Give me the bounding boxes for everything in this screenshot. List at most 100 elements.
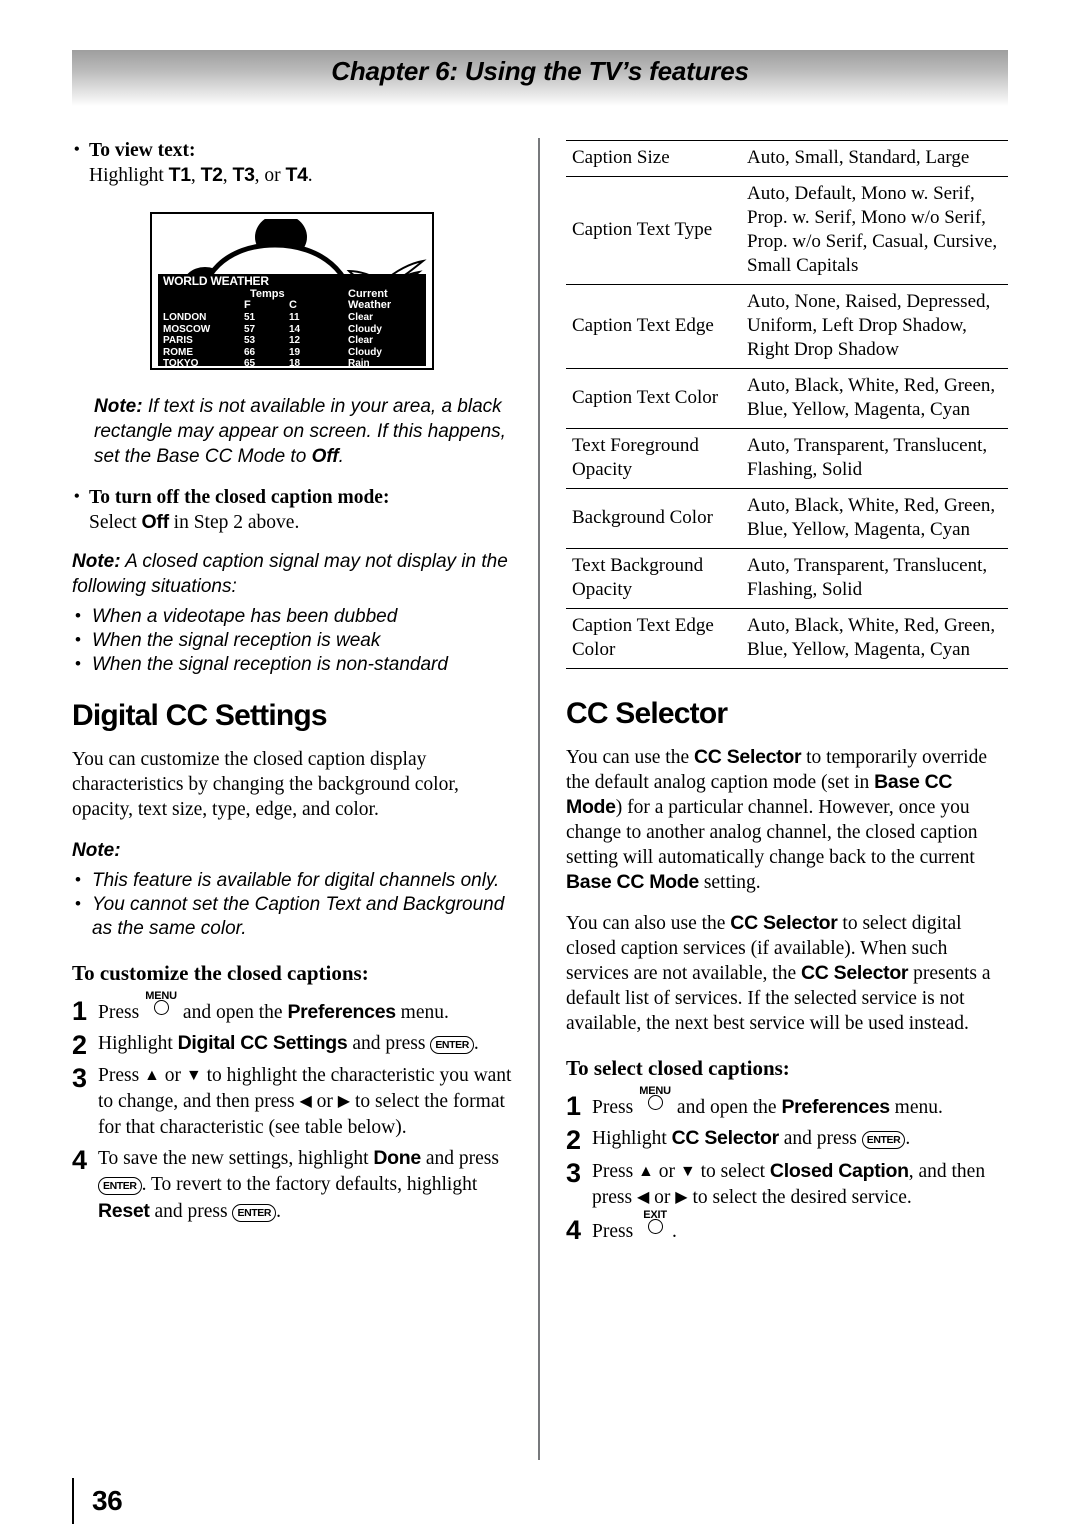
step-item: 3 Press ▲ or ▼ to select Closed Caption,… [566, 1158, 1008, 1211]
weather-f: 65 [244, 358, 256, 370]
step-mid: and open the [672, 1097, 782, 1118]
arrow-right-icon[interactable]: ▶ [675, 1189, 687, 1206]
table-cell-options: Auto, Black, White, Red, Green, Blue, Ye… [741, 608, 1008, 669]
digital-cc-note-label: Note: [72, 838, 518, 863]
step-pre: Highlight [98, 1033, 178, 1054]
arrow-up-icon[interactable]: ▲ [638, 1163, 654, 1180]
weather-panel-title: WORLD WEATHER [163, 274, 269, 288]
weather-unit-c: C [289, 299, 297, 311]
select-label: Select [89, 512, 142, 533]
weather-city: PARIS [163, 335, 193, 347]
step-item: 2 Highlight CC Selector and press ENTER. [566, 1125, 1008, 1154]
off-option: Off [141, 511, 170, 533]
weather-condition: Clear [348, 312, 374, 323]
step-post: menu. [395, 1002, 449, 1023]
select-captions-steps: 1 Press MENU and open the Preferences me… [566, 1085, 1008, 1245]
enter-key-icon[interactable]: ENTER [98, 1177, 142, 1195]
menu-key-icon[interactable]: MENU [638, 1085, 672, 1113]
weather-temps-label: Temps [250, 288, 285, 300]
table-cell-characteristic: Text Background Opacity [566, 548, 741, 609]
exit-key-icon[interactable]: EXIT [638, 1209, 672, 1237]
table-cell-options: Auto, Transparent, Translucent, Flashing… [741, 548, 1008, 609]
note-period: . [338, 446, 344, 467]
enter-key-icon[interactable]: ENTER [232, 1204, 277, 1222]
enter-key-icon[interactable]: ENTER [430, 1036, 474, 1054]
step-post: to select the desired service. [687, 1187, 912, 1208]
weather-c: 14 [289, 323, 301, 335]
weather-row: LONDON 51 11 Clear [163, 312, 426, 324]
column-divider [538, 138, 540, 1460]
step-post: . [276, 1201, 281, 1222]
arrow-right-icon[interactable]: ▶ [338, 1093, 350, 1110]
table-cell-options: Auto, None, Raised, Depressed, Uniform, … [741, 284, 1008, 369]
note-body: If text is not available in your area, a… [94, 396, 506, 467]
turn-off-cc-heading: To turn off the closed caption mode: [72, 484, 518, 510]
weather-condition: Clear [348, 335, 374, 347]
para-a: You can also use the [566, 913, 731, 934]
cc-characteristics-table: Caption Size Auto, Small, Standard, Larg… [566, 140, 1008, 669]
step-number: 2 [72, 1030, 88, 1060]
table-cell-options: Auto, Transparent, Translucent, Flashing… [741, 428, 1008, 489]
weather-f: 66 [244, 346, 256, 358]
cc-selector-label: CC Selector [671, 1127, 780, 1149]
step-number: 3 [72, 1063, 88, 1093]
customize-captions-steps: 1 Press MENU and open the Preferences me… [72, 990, 518, 1225]
arrow-down-icon[interactable]: ▼ [186, 1067, 202, 1084]
weather-condition: Cloudy [348, 323, 382, 335]
note-label: Note: [72, 840, 121, 861]
footer-rule [72, 1478, 74, 1524]
sep-period: . [307, 165, 313, 186]
table-cell-options: Auto, Black, White, Red, Green, Blue, Ye… [741, 368, 1008, 429]
weather-c: 19 [289, 346, 301, 358]
table-row: Caption Text Edge Auto, None, Raised, De… [566, 284, 1008, 369]
para-a: You can use the [566, 747, 695, 768]
cc-selector-paragraph-2: You can also use the CC Selector to sele… [566, 911, 1008, 1036]
note-bullet-item: When a videotape has been dubbed [72, 604, 518, 629]
digital-cc-settings-heading: Digital CC Settings [72, 699, 328, 732]
digital-cc-intro-paragraph: You can customize the closed caption dis… [72, 749, 459, 820]
step-pre: To save the new settings, highlight [98, 1148, 374, 1169]
customize-captions-heading: To customize the closed captions: [72, 961, 369, 985]
highlight-label: Highlight [89, 165, 169, 186]
arrow-up-icon[interactable]: ▲ [144, 1067, 160, 1084]
preferences-menu-label: Preferences [287, 1001, 396, 1023]
digital-cc-settings-label: Digital CC Settings [177, 1032, 348, 1054]
menu-key-circle [648, 1095, 664, 1110]
note-text-unavailable: Note: If text is not available in your a… [72, 394, 518, 469]
weather-row: TOKYO 65 18 Rain [163, 358, 426, 370]
tv-screen-illustration: WORLD WEATHER Temps Current Weather F C … [150, 212, 434, 370]
step-mid-2: . To revert to the factory defaults, hig… [141, 1174, 478, 1195]
menu-key-icon[interactable]: MENU [144, 990, 178, 1018]
table-cell-characteristic: Background Color [566, 488, 741, 549]
table-row: Text Foreground Opacity Auto, Transparen… [566, 428, 1008, 489]
step-text: Press EXIT. [592, 1209, 1008, 1245]
cc-selector-label: CC Selector [730, 912, 838, 934]
table-cell-characteristic: Caption Text Edge Color [566, 608, 741, 669]
note-bold-off: Off [311, 446, 339, 467]
para-d: ) for a particular channel. However, onc… [566, 797, 978, 868]
base-cc-mode-label: Base CC Mode [566, 871, 699, 893]
step-item: 4 To save the new settings, highlight Do… [72, 1145, 518, 1225]
page-number: 36 [92, 1485, 123, 1516]
step-mid-3: and press [149, 1201, 233, 1222]
arrow-left-icon[interactable]: ◀ [299, 1093, 311, 1110]
step-number: 1 [566, 1091, 582, 1121]
table-cell-options: Auto, Black, White, Red, Green, Blue, Ye… [741, 488, 1008, 549]
weather-f: 51 [244, 312, 256, 323]
key-t3: T3 [232, 164, 255, 186]
key-t1: T1 [168, 164, 191, 186]
note-label: Note: [94, 396, 143, 417]
exit-key-circle [648, 1219, 664, 1234]
para-e: setting. [698, 872, 761, 893]
note-bullet-item: When the signal reception is weak [72, 628, 518, 653]
step-pre: Press [592, 1161, 639, 1182]
right-column: Caption Size Auto, Small, Standard, Larg… [566, 140, 1008, 1249]
arrow-down-icon[interactable]: ▼ [680, 1163, 696, 1180]
enter-key-icon[interactable]: ENTER [861, 1131, 906, 1149]
weather-city: ROME [163, 346, 193, 358]
cc-selector-paragraph-1: You can use the CC Selector to temporari… [566, 745, 1008, 895]
note-signal-display: Note: A closed caption signal may not di… [72, 549, 518, 599]
step-number: 3 [566, 1158, 582, 1188]
step-mid: and open the [178, 1002, 288, 1023]
note-bullet-item: You cannot set the Caption Text and Back… [72, 892, 518, 941]
